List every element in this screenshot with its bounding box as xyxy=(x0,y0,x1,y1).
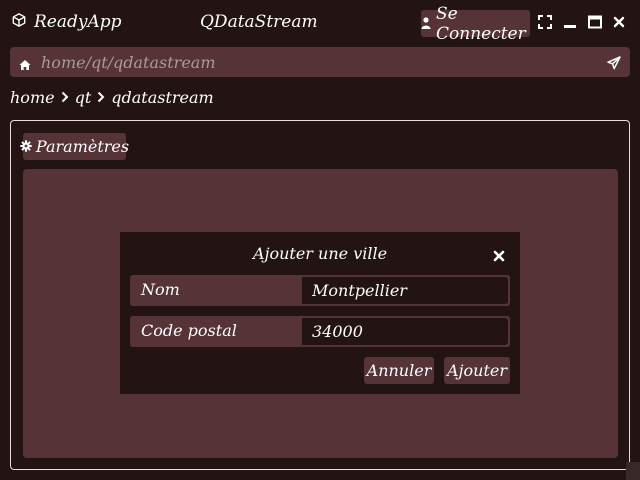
close-button[interactable] xyxy=(611,15,627,31)
login-button-label: Se Connecter xyxy=(436,3,526,44)
settings-tab[interactable]: Paramètres xyxy=(20,133,130,160)
name-input[interactable] xyxy=(302,277,508,304)
resize-grip[interactable] xyxy=(626,462,640,480)
minimize-icon xyxy=(563,14,577,33)
close-icon xyxy=(612,14,626,33)
form-row-postal-code: Code postal xyxy=(130,316,510,347)
breadcrumb-item-qdatastream[interactable]: qdatastream xyxy=(111,88,213,107)
app-name: ReadyApp xyxy=(34,12,122,32)
add-button[interactable]: Ajouter xyxy=(444,357,510,384)
breadcrumb-item-qt[interactable]: qt xyxy=(75,88,92,107)
postal-code-label: Code postal xyxy=(141,321,237,340)
login-button[interactable]: Se Connecter xyxy=(421,4,530,44)
gear-icon xyxy=(20,137,32,156)
breadcrumb-item-home[interactable]: home xyxy=(10,88,55,107)
address-bar xyxy=(10,47,630,77)
fullscreen-button[interactable] xyxy=(537,14,553,33)
expand-icon xyxy=(538,14,552,33)
paper-plane-icon[interactable] xyxy=(607,55,621,70)
maximize-button[interactable] xyxy=(587,15,603,31)
address-input[interactable] xyxy=(41,50,601,74)
user-icon xyxy=(421,14,431,34)
home-icon[interactable] xyxy=(19,56,31,70)
form-row-name: Nom xyxy=(130,275,510,306)
settings-tab-label: Paramètres xyxy=(35,137,130,156)
title-bar: ReadyApp QDataStream Se Connecter xyxy=(0,0,640,46)
maximize-icon xyxy=(588,14,602,33)
chevron-right-icon xyxy=(61,88,69,107)
minimize-button[interactable] xyxy=(562,15,578,31)
chevron-right-icon xyxy=(97,88,105,107)
app-window: ReadyApp QDataStream Se Connecter home/q… xyxy=(0,0,640,480)
postal-code-input[interactable] xyxy=(302,318,508,345)
window-title: QDataStream xyxy=(200,12,318,32)
add-city-dialog: Ajouter une ville Nom Code postal Annule… xyxy=(120,232,520,394)
dialog-close-icon[interactable] xyxy=(493,247,505,262)
breadcrumb: home qt qdatastream xyxy=(10,88,214,107)
name-label: Nom xyxy=(141,280,180,299)
cancel-button[interactable]: Annuler xyxy=(364,357,434,384)
dialog-title: Ajouter une ville xyxy=(252,244,388,263)
app-brand: ReadyApp xyxy=(12,12,122,32)
cube-icon xyxy=(12,12,26,32)
